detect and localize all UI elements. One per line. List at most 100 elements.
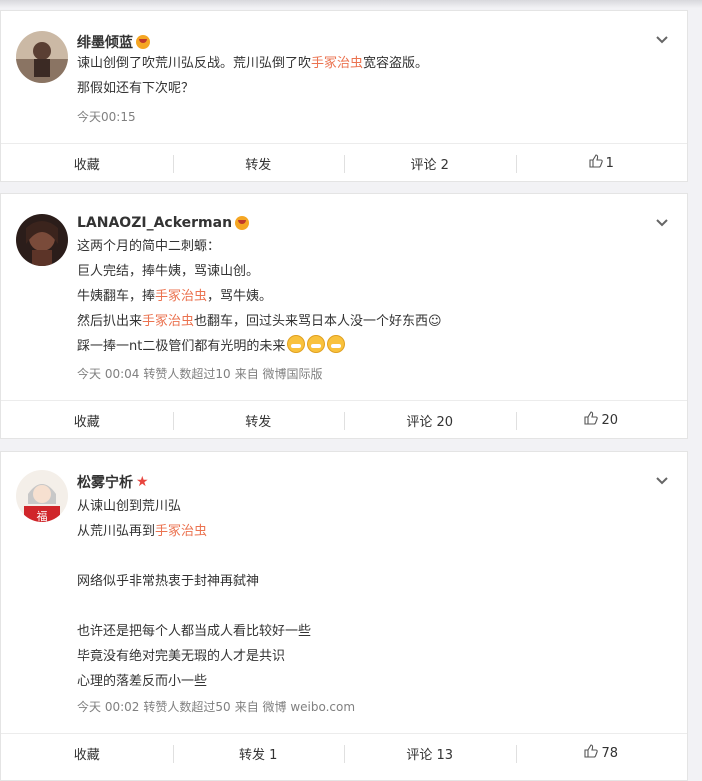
post-text-line [77,544,667,569]
feed-card: 绯墨倾蓝 谏山创倒了吹荒川弘反战。荒川弘倒了吹手冢治虫宽容盗版。那假如还有下次呢… [0,10,688,182]
post-text: 也许还是把每个人都当成人看比较好一些 [77,624,312,639]
post-text-line: 巨人完结，捧牛姨，骂谏山创。 [77,259,667,284]
post-text-line: 心理的落差反而小一些 [77,669,667,694]
post-timestamp: 今天 00:02 [77,700,140,714]
post-meta: 今天00:15 [77,108,140,125]
post-text-line: 也许还是把每个人都当成人看比较好一些 [77,619,667,644]
post-text-line [77,594,667,619]
username-text[interactable]: 绯墨倾蓝 [77,32,133,52]
post-content: 从谏山创到荒川弘 从荒川弘再到手冢治虫 网络似乎非常热衷于封神再弑神 也许还是把每个人… [77,494,667,694]
post-content: 这两个月的简中二刺螈： 巨人完结，捧牛姨，骂谏山创。 牛姨翻车，捧手冢治虫，骂牛姨。… [77,234,667,359]
action-bar: 收藏 转发 1 评论 13 78 [1,733,687,772]
action-bar: 收藏 转发 评论 20 20 [1,400,687,439]
star-badge-icon: ★ [136,474,149,490]
thumbs-up-icon [584,744,599,762]
comment-label: 评论 2 [410,157,449,173]
post-text-line: 牛姨翻车，捧手冢治虫，骂牛姨。 [77,284,667,309]
repost-label: 转发 1 [239,747,278,763]
post-text: 然后扒出来 [77,314,143,329]
post-text: 从谏山创到荒川弘 [77,499,182,514]
avatar[interactable] [16,31,68,83]
thumbs-up-icon [584,411,599,429]
post-text: 这两个月的简中二刺螈： [77,239,221,254]
avatar[interactable] [16,214,68,266]
topic-link[interactable]: 手冢治虫 [155,524,207,539]
topic-link[interactable]: 手冢治虫 [311,56,363,71]
post-text: 那假如还有下次呢？ [77,81,195,96]
like-count: 1 [605,155,614,171]
post-text-line: 然后扒出来手冢治虫也翻车，回过头来骂日本人没一个好东西☺ [77,309,667,334]
post-text-line: 从荒川弘再到手冢治虫 [77,519,667,544]
post-text-line: 踩一捧一nt二极管们都有光明的未来 [77,334,667,359]
favorite-button[interactable]: 收藏 [1,734,173,772]
feed-card: 福 松雾宁析 ★ 从谏山创到荒川弘 从荒川弘再到手冢治虫 网络似乎非常热衷于封神再弑… [0,451,688,781]
favorite-label: 收藏 [73,157,100,173]
post-text-line: 那假如还有下次呢？ [77,76,667,101]
post-meta: 今天 00:02 转赞人数超过50 来自 微博 weibo.com [77,698,359,715]
grin-emoji-icon [307,335,326,353]
post-text: 谏山创倒了吹荒川弘反战。荒川弘倒了吹 [77,56,312,71]
svg-text:福: 福 [37,509,48,522]
username[interactable]: 松雾宁析 ★ [77,472,149,492]
repost-button[interactable]: 转发 [172,144,345,182]
action-bar: 收藏 转发 评论 2 1 [1,143,687,182]
thumbs-up-icon [589,154,603,172]
post-text-line: 这两个月的简中二刺螈： [77,234,667,259]
favorite-label: 收藏 [73,414,100,430]
post-text-line: 从谏山创到荒川弘 [77,494,667,519]
topic-link[interactable]: 手冢治虫 [142,314,194,329]
grin-emoji-icon [327,335,346,353]
post-text: 也翻车，回过头来骂日本人没一个好东西☺ [194,314,442,329]
repost-label: 转发 [245,157,272,173]
post-timestamp: 今天 00:04 [77,367,140,381]
feed-card: LANAOZI_Ackerman 这两个月的简中二刺螈： 巨人完结，捧牛姨，骂谏山… [0,193,688,439]
post-text: 从荒川弘再到 [77,524,156,539]
like-button[interactable]: 78 [515,734,688,772]
repost-button[interactable]: 转发 [172,401,345,439]
comment-button[interactable]: 评论 20 [344,401,516,439]
favorite-button[interactable]: 收藏 [1,401,173,439]
post-text: 毕竟没有绝对完美无瑕的人才是共识 [77,649,286,664]
username-text[interactable]: LANAOZI_Ackerman [77,215,232,231]
post-text: 巨人完结，捧牛姨，骂谏山创。 [77,264,260,279]
post-meta-item: 转赞人数超过10 [143,367,231,381]
comment-button[interactable]: 评论 2 [344,144,516,182]
repost-label: 转发 [245,414,272,430]
post-text: ，骂牛姨。 [207,289,273,304]
top-shadow [0,0,702,8]
username-text[interactable]: 松雾宁析 [77,472,133,492]
favorite-label: 收藏 [73,747,100,763]
comment-label: 评论 20 [406,414,454,430]
post-meta-item: 转赞人数超过50 [143,700,231,714]
post-text: 心理的落差反而小一些 [77,674,208,689]
username[interactable]: LANAOZI_Ackerman [77,215,250,231]
post-text: 宽容盗版。 [363,56,429,71]
post-text-line: 毕竟没有绝对完美无瑕的人才是共识 [77,644,667,669]
topic-link[interactable]: 手冢治虫 [155,289,207,304]
chevron-down-icon[interactable] [655,474,669,488]
comment-label: 评论 13 [406,747,454,763]
like-button[interactable]: 1 [515,144,688,182]
comment-button[interactable]: 评论 13 [344,734,516,772]
like-count: 78 [601,745,619,761]
post-text: 牛姨翻车，捧 [77,289,156,304]
like-count: 20 [601,412,619,428]
post-text-line: 谏山创倒了吹荒川弘反战。荒川弘倒了吹手冢治虫宽容盗版。 [77,51,667,76]
post-meta-item: 来自 微博 weibo.com [234,700,356,714]
post-content: 谏山创倒了吹荒川弘反战。荒川弘倒了吹手冢治虫宽容盗版。那假如还有下次呢？ [77,51,667,101]
post-meta-item: 来自 微博国际版 [234,367,323,381]
avatar[interactable]: 福 [16,470,68,522]
post-text-line: 网络似乎非常热衷于封神再弑神 [77,569,667,594]
like-button[interactable]: 20 [515,401,688,439]
post-timestamp: 今天00:15 [77,110,136,124]
grin-emoji-icon [287,335,306,353]
chevron-down-icon[interactable] [655,33,669,47]
favorite-button[interactable]: 收藏 [1,144,173,182]
username[interactable]: 绯墨倾蓝 [77,32,150,52]
post-text: 踩一捧一nt二极管们都有光明的未来 [77,339,286,354]
post-meta: 今天 00:04 转赞人数超过10 来自 微博国际版 [77,365,327,382]
post-text: 网络似乎非常热衷于封神再弑神 [77,574,260,589]
repost-button[interactable]: 转发 1 [172,734,345,772]
chevron-down-icon[interactable] [655,216,669,230]
vip-badge-icon [136,35,150,49]
